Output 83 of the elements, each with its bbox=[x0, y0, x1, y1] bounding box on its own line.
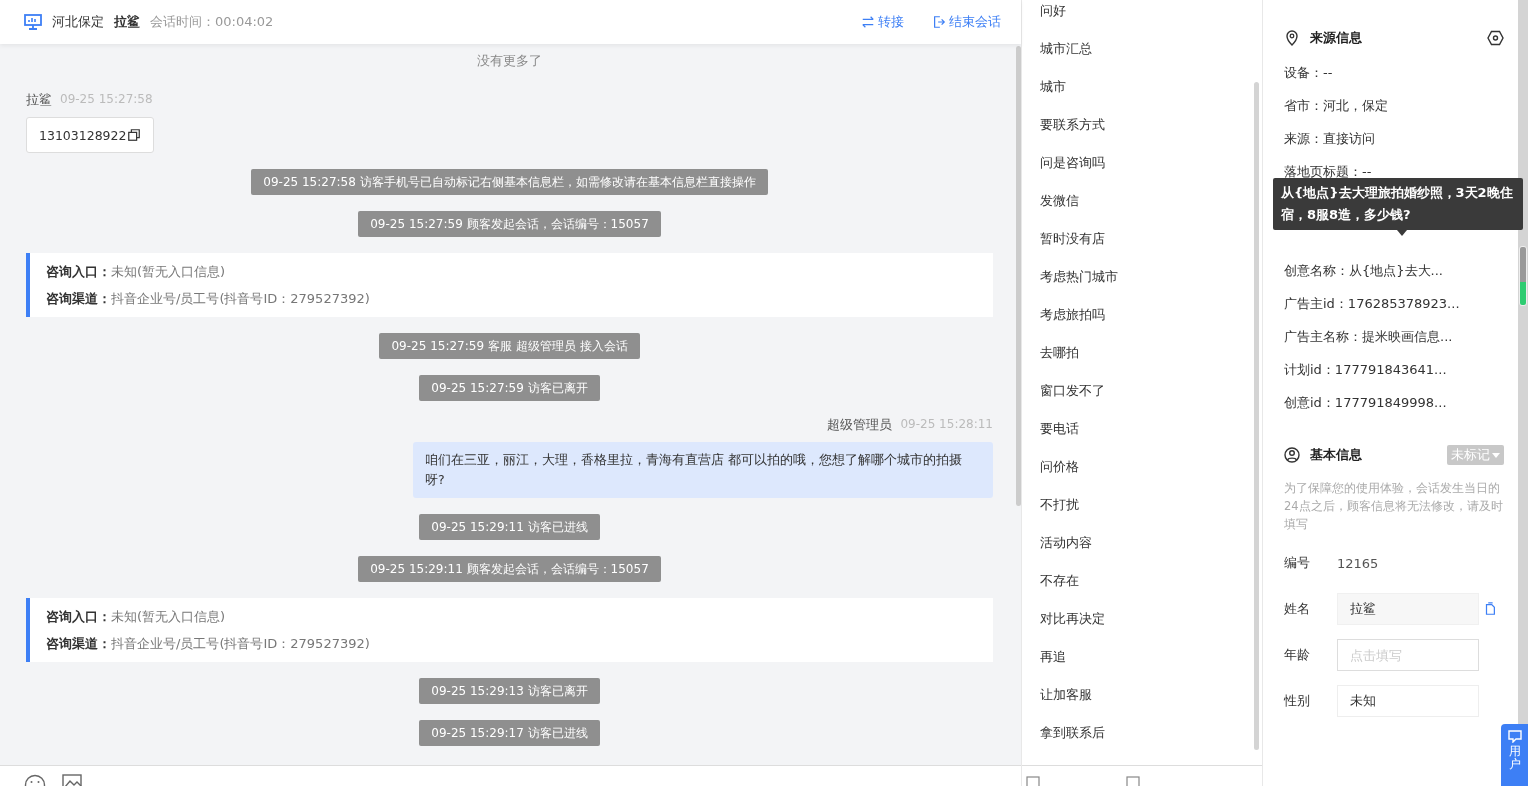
settings-icon[interactable] bbox=[1487, 30, 1504, 46]
sender-name: 超级管理员 bbox=[827, 417, 893, 434]
message-bubble: 咱们在三亚，丽江，大理，香格里拉，青海有直营店 都可以拍的哦，您想了解哪个城市的拍摄呀? bbox=[413, 442, 993, 498]
source-info-row-text: 广告主id：176285378923... bbox=[1284, 295, 1461, 313]
entry-label: 咨询渠道： bbox=[46, 290, 111, 308]
quick-reply-item[interactable]: 让加客服 bbox=[1040, 686, 1262, 724]
section-title: 基本信息 bbox=[1310, 446, 1362, 464]
section-title: 来源信息 bbox=[1310, 29, 1362, 47]
quick-reply-item[interactable]: 去哪拍 bbox=[1040, 344, 1262, 382]
notice-text: 为了保障您的使用体验，会话发生当日的24点之后，顾客信息将无法修改，请及时填写 bbox=[1284, 480, 1504, 533]
source-info-row-text: 省市：河北，保定 bbox=[1284, 97, 1389, 115]
exit-icon bbox=[932, 15, 946, 29]
entry-value: 抖音企业号/员工号(抖音号ID：279527392) bbox=[111, 635, 370, 653]
quick-reply-item[interactable]: 问是咨询吗 bbox=[1040, 154, 1262, 192]
system-notice: 09-25 15:29:17 访客已进线 bbox=[419, 720, 600, 746]
field-label: 性别 bbox=[1284, 692, 1311, 710]
system-notice: 09-25 15:29:11 访客已进线 bbox=[419, 514, 600, 540]
entry-label: 咨询入口： bbox=[46, 263, 111, 281]
source-info-row-text: 计划id：177791843641... bbox=[1284, 361, 1448, 379]
system-notice: 09-25 15:27:59 访客已离开 bbox=[419, 375, 600, 401]
field-label: 编号 bbox=[1284, 554, 1311, 572]
message-time: 09-25 15:27:58 bbox=[60, 92, 153, 108]
field-label: 姓名 bbox=[1284, 600, 1311, 618]
tooltip: 从{地点}去大理旅拍婚纱照，3天2晚住宿，8服8造，多少钱? bbox=[1273, 178, 1523, 230]
quick-reply-item[interactable]: 问好 bbox=[1040, 2, 1262, 40]
quick-reply-item[interactable]: 对比再决定 bbox=[1040, 610, 1262, 648]
source-info-row-text: 创意名称：从{地点}去大... bbox=[1284, 262, 1444, 280]
entry-value: 未知(暂无入口信息) bbox=[111, 263, 226, 281]
entry-value: 未知(暂无入口信息) bbox=[111, 608, 226, 626]
quick-reply-item[interactable]: 城市汇总 bbox=[1040, 40, 1262, 78]
monitor-icon bbox=[24, 14, 42, 30]
quick-reply-item[interactable]: 考虑旅拍吗 bbox=[1040, 306, 1262, 344]
visitor-name: 拉鲨 bbox=[114, 13, 140, 31]
transfer-button[interactable]: 转接 bbox=[861, 13, 904, 31]
quick-reply-item[interactable]: 窗口发不了 bbox=[1040, 382, 1262, 420]
checkbox-icon[interactable] bbox=[1126, 776, 1140, 786]
quick-reply-item[interactable]: 要电话 bbox=[1040, 420, 1262, 458]
system-notice: 09-25 15:27:59 客服 超级管理员 接入会话 bbox=[379, 333, 640, 359]
copy-icon[interactable] bbox=[127, 128, 142, 142]
quick-reply-item[interactable]: 再追 bbox=[1040, 648, 1262, 686]
sender-name: 拉鲨 bbox=[26, 92, 52, 109]
source-info-row-text: 广告主名称：提米映画信息... bbox=[1284, 328, 1454, 346]
source-info-row-text: 来源：直接访问 bbox=[1284, 130, 1376, 148]
quick-reply-item[interactable]: 考虑热门城市 bbox=[1040, 268, 1262, 306]
quick-reply-item[interactable]: 要联系方式 bbox=[1040, 116, 1262, 154]
phone-number: 13103128922 bbox=[39, 127, 127, 143]
visitor-location: 河北保定 bbox=[52, 13, 104, 31]
quick-reply-item[interactable]: 问价格 bbox=[1040, 458, 1262, 496]
checkbox-icon[interactable] bbox=[1026, 776, 1040, 786]
quick-reply-item[interactable]: 不存在 bbox=[1040, 572, 1262, 610]
swap-icon bbox=[861, 15, 875, 29]
no-more-text: 没有更多了 bbox=[477, 52, 542, 70]
quick-reply-item[interactable]: 暂时没有店 bbox=[1040, 230, 1262, 268]
quick-reply-item[interactable]: 活动内容 bbox=[1040, 534, 1262, 572]
source-info-row-text: 设备：-- bbox=[1284, 64, 1334, 82]
source-info-row-text: 创意id：177791849998... bbox=[1284, 394, 1448, 412]
system-notice: 09-25 15:27:58 访客手机号已自动标记右侧基本信息栏，如需修改请在基本信息栏直接操作 bbox=[251, 169, 768, 195]
quick-reply-item[interactable]: 发微信 bbox=[1040, 192, 1262, 230]
chat-icon bbox=[1507, 730, 1522, 743]
system-notice: 09-25 15:27:59 顾客发起会话，会话编号：15057 bbox=[358, 211, 661, 237]
system-notice: 09-25 15:29:13 访客已离开 bbox=[419, 678, 600, 704]
name-field[interactable]: 拉鲨 bbox=[1337, 593, 1479, 625]
message-time: 09-25 15:28:11 bbox=[900, 417, 993, 433]
field-value: 12165 bbox=[1337, 555, 1379, 571]
field-label: 年龄 bbox=[1284, 646, 1311, 664]
end-session-button[interactable]: 结束会话 bbox=[932, 13, 1001, 31]
quick-reply-item[interactable]: 不打扰 bbox=[1040, 496, 1262, 534]
user-panel-button[interactable]: 用户 bbox=[1501, 724, 1528, 786]
session-duration: 会话时间：00:04:02 bbox=[150, 13, 274, 31]
tooltip-arrow bbox=[1397, 230, 1407, 236]
user-icon bbox=[1284, 447, 1300, 463]
source-info-row-text: 落地页标题：-- bbox=[1284, 163, 1373, 181]
emoji-icon[interactable] bbox=[24, 774, 46, 786]
select-field[interactable]: 未知 bbox=[1337, 685, 1479, 717]
caret-icon bbox=[1492, 452, 1500, 458]
entry-label: 咨询渠道： bbox=[46, 635, 111, 653]
quick-reply-item[interactable]: 拿到联系后 bbox=[1040, 724, 1262, 762]
system-notice: 09-25 15:29:11 顾客发起会话，会话编号：15057 bbox=[358, 556, 661, 582]
image-icon[interactable] bbox=[62, 774, 82, 786]
entry-value: 抖音企业号/员工号(抖音号ID：279527392) bbox=[111, 290, 370, 308]
location-pin-icon bbox=[1284, 30, 1300, 46]
quick-reply-item[interactable]: 城市 bbox=[1040, 78, 1262, 116]
entry-label: 咨询入口： bbox=[46, 608, 111, 626]
